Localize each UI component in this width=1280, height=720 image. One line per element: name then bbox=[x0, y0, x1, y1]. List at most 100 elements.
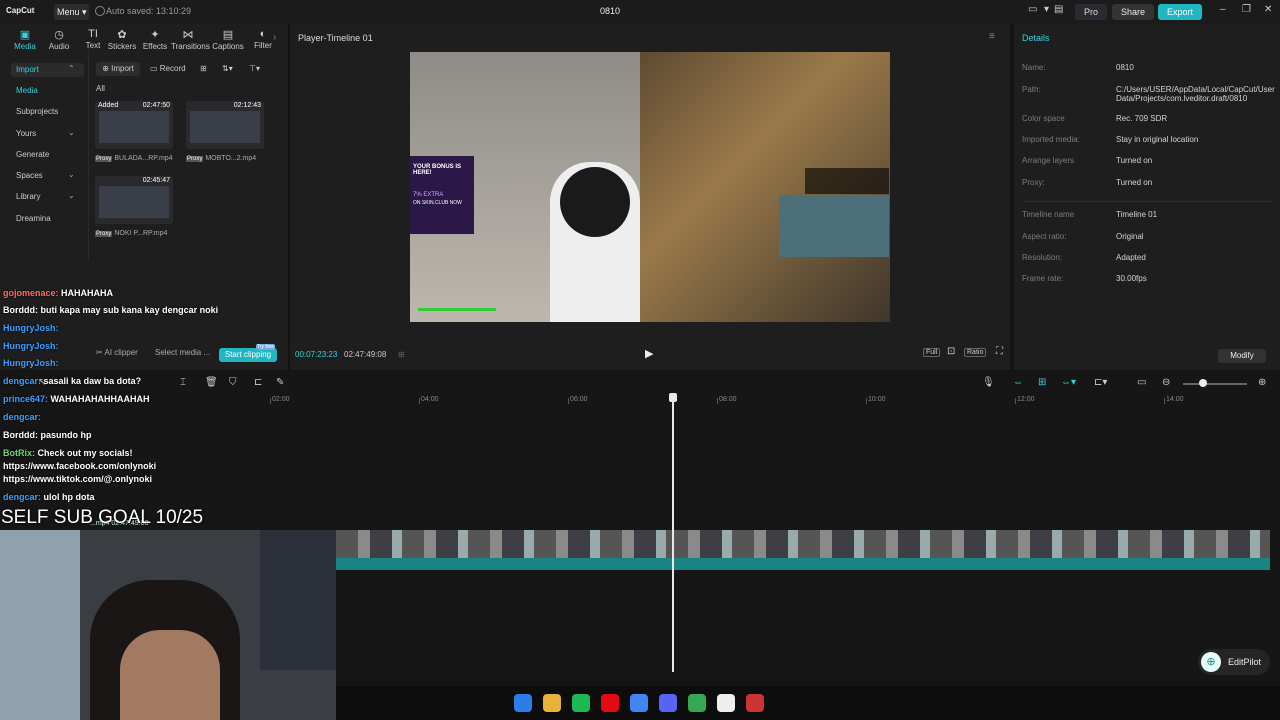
shield-icon[interactable]: ⛉ bbox=[229, 377, 237, 388]
caption-icon[interactable]: ▭ bbox=[1137, 377, 1146, 388]
chat-message: HungryJosh: bbox=[3, 358, 59, 368]
tab-label: Stickers bbox=[107, 42, 137, 51]
split-icon[interactable]: ⌶ bbox=[180, 377, 186, 388]
player-menu-icon[interactable]: ≡ bbox=[989, 31, 995, 42]
thumbnail-image bbox=[99, 111, 169, 143]
zoom-slider[interactable] bbox=[1183, 383, 1247, 385]
ad-bonus-text: YOUR BONUS IS HERE! bbox=[413, 164, 462, 176]
layout-icon[interactable]: ▭ bbox=[1028, 4, 1037, 15]
category-media[interactable]: Media bbox=[11, 84, 84, 98]
detail-value: Adapted bbox=[1116, 253, 1146, 262]
snapshot-icon[interactable]: ⊡ bbox=[945, 346, 957, 357]
share-button[interactable]: Share bbox=[1112, 4, 1154, 20]
fullscreen-icon[interactable]: ⛶ bbox=[994, 346, 1005, 357]
full-button[interactable]: Full bbox=[923, 348, 941, 357]
playhead-handle[interactable] bbox=[669, 393, 677, 402]
chat-username: dengcar: bbox=[3, 412, 42, 422]
video-preview[interactable]: YOUR BONUS IS HERE! 7% EXTRA ON SKIN.CLU… bbox=[410, 52, 890, 322]
editpilot-button[interactable]: ⊕ EditPilot bbox=[1198, 649, 1270, 675]
capcut-icon[interactable] bbox=[717, 694, 735, 712]
tab-label: Effects bbox=[142, 42, 168, 51]
category-subprojects[interactable]: Subprojects bbox=[11, 105, 84, 119]
tab-transitions[interactable]: ⋈ Transitions bbox=[171, 28, 210, 51]
link-main-track-icon[interactable]: ⇔ bbox=[1013, 377, 1023, 388]
export-button[interactable]: Export bbox=[1158, 4, 1202, 20]
tab-effects[interactable]: ✦ Effects bbox=[138, 28, 172, 51]
media-duration: 02:47:50 bbox=[142, 102, 170, 109]
chat-text: https://www.tiktok.com/@.onlynoki bbox=[3, 474, 152, 484]
clip-thumbnails[interactable] bbox=[336, 530, 1270, 558]
tab-audio[interactable]: ◷ Audio bbox=[42, 28, 76, 51]
sort-icon[interactable]: ⇅▾ bbox=[222, 62, 233, 76]
record-button[interactable]: ▭ Record bbox=[150, 62, 186, 76]
filter-dropdown-icon[interactable]: ⊤▾ bbox=[249, 62, 260, 76]
ad-site-text: ON SKIN.CLUB NOW bbox=[413, 200, 462, 206]
chrome-icon[interactable] bbox=[688, 694, 706, 712]
zoom-slider-handle[interactable] bbox=[1199, 379, 1207, 387]
chat-username: dengcar: bbox=[3, 492, 42, 502]
menu-button[interactable]: Menu ▾ bbox=[54, 4, 89, 20]
editpilot-icon: ⊕ bbox=[1201, 652, 1221, 672]
thumbnail-image bbox=[190, 111, 260, 143]
crop-icon[interactable]: ⊏ bbox=[254, 377, 262, 388]
start-clipping-button[interactable]: Start clipping bbox=[219, 348, 277, 362]
category-dreamina[interactable]: Dreamina bbox=[11, 212, 84, 226]
details-divider bbox=[1022, 201, 1272, 202]
media-thumbnail[interactable]: 02:45:47 bbox=[95, 176, 173, 224]
windows-icon[interactable] bbox=[514, 694, 532, 712]
category-generate[interactable]: Generate bbox=[11, 148, 84, 162]
detail-label: Timeline name bbox=[1022, 210, 1075, 219]
zoom-in-icon[interactable]: ⊕ bbox=[1258, 377, 1266, 388]
maximize-icon[interactable]: ❐ bbox=[1242, 4, 1251, 15]
ruler-tick-label: 08:00 bbox=[719, 396, 737, 403]
pro-button[interactable]: Pro bbox=[1075, 4, 1107, 20]
select-media-field[interactable]: Select media ... bbox=[155, 348, 210, 357]
tab-label: Filter bbox=[254, 41, 272, 50]
timecode-grid-icon[interactable]: ⊞ bbox=[398, 350, 405, 359]
discord-icon[interactable] bbox=[659, 694, 677, 712]
close-icon[interactable]: ✕ bbox=[1264, 4, 1272, 15]
chat-username: BotRix: bbox=[3, 448, 35, 458]
playhead[interactable] bbox=[672, 394, 674, 672]
chat-message: HungryJosh: bbox=[3, 341, 59, 351]
detail-value: Stay in original location bbox=[1116, 135, 1199, 144]
play-icon[interactable]: ▶ bbox=[645, 347, 653, 360]
ruler-tick-label: 12:00 bbox=[1017, 396, 1035, 403]
streamer-webcam-overlay bbox=[779, 195, 889, 257]
chrome-icon[interactable] bbox=[630, 694, 648, 712]
netflix-icon[interactable] bbox=[601, 694, 619, 712]
tab-stickers[interactable]: ✿ Stickers bbox=[105, 28, 139, 51]
detail-label: Resolution: bbox=[1022, 253, 1063, 262]
audio-waveform bbox=[336, 558, 1270, 570]
delete-icon[interactable]: 🗑 bbox=[205, 377, 218, 388]
media-duration: 02:45:47 bbox=[142, 177, 170, 184]
app-icon[interactable] bbox=[746, 694, 764, 712]
ratio-button[interactable]: Ratio bbox=[964, 348, 987, 357]
view-grid-icon[interactable]: ⊞ bbox=[200, 62, 207, 76]
linkage-icon[interactable]: ⇔▾ bbox=[1061, 377, 1076, 388]
thumbnail-image bbox=[99, 186, 169, 218]
all-label: All bbox=[96, 84, 105, 93]
chat-message: prince647: WAHAHAHAHHAAHAH bbox=[3, 394, 150, 404]
zoom-out-icon[interactable]: ⊖ bbox=[1162, 377, 1170, 388]
minimize-icon[interactable]: – bbox=[1220, 4, 1226, 15]
layout-dropdown-icon[interactable]: ▾ bbox=[1044, 4, 1049, 15]
media-thumbnail[interactable]: Added 02:47:50 bbox=[95, 101, 173, 149]
media-thumbnail[interactable]: 02:12:43 bbox=[186, 101, 264, 149]
microphone-icon[interactable]: 🎙 bbox=[982, 377, 995, 388]
tabs-next-icon[interactable]: › bbox=[273, 32, 276, 43]
detail-label: Arrange layers bbox=[1022, 156, 1075, 165]
magic-edit-icon[interactable]: ✎ bbox=[276, 377, 284, 388]
layout-alt-icon[interactable]: ▤ bbox=[1054, 4, 1063, 15]
media-icon: ▣ bbox=[19, 29, 31, 41]
preview-axis-icon[interactable]: ⊏▾ bbox=[1094, 377, 1107, 388]
modify-button[interactable]: Modify bbox=[1218, 349, 1266, 363]
tab-label: Captions bbox=[212, 42, 244, 51]
tab-media[interactable]: ▣ Media bbox=[8, 28, 42, 51]
chat-message: Borddd: buti kapa may sub kana kay dengc… bbox=[3, 305, 218, 315]
folder-icon[interactable] bbox=[543, 694, 561, 712]
import-button[interactable]: ⊕ Import bbox=[96, 62, 140, 76]
magnet-icon[interactable]: ⊞ bbox=[1038, 377, 1046, 388]
spotify-icon[interactable] bbox=[572, 694, 590, 712]
tab-captions[interactable]: ▤ Captions bbox=[211, 28, 245, 51]
